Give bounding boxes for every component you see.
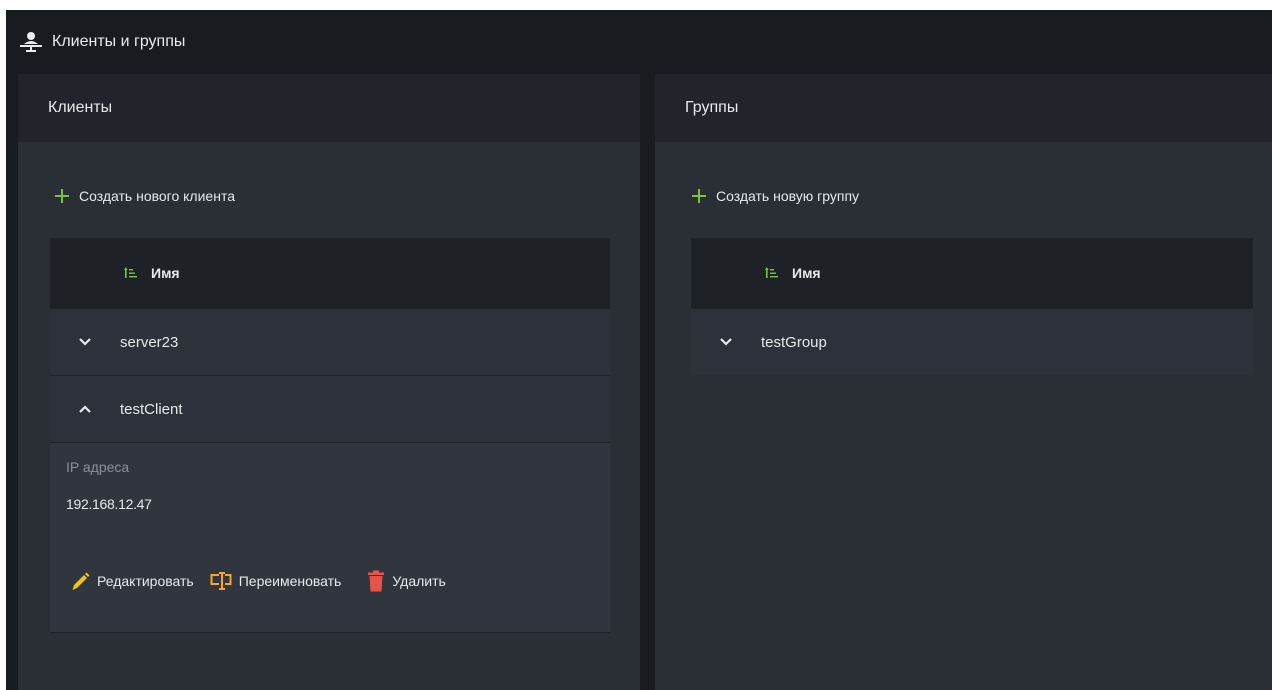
- client-name: server23: [120, 333, 179, 351]
- group-name: testGroup: [761, 333, 827, 351]
- ip-label: IP адреса: [66, 459, 130, 475]
- trash-icon: [368, 570, 385, 592]
- column-header-name: Имя: [792, 265, 821, 281]
- rename-icon: [210, 572, 232, 590]
- clients-panel-title: Клиенты: [18, 74, 640, 142]
- chevron-down-icon[interactable]: [78, 337, 92, 347]
- client-name: testClient: [120, 400, 183, 418]
- chevron-down-icon[interactable]: [719, 337, 733, 347]
- groups-table-header[interactable]: Имя: [691, 238, 1253, 308]
- create-group-label: Создать новую группу: [716, 188, 860, 204]
- rename-button[interactable]: Переименовать: [210, 570, 342, 592]
- clients-table: Имя server23 testClient IP адреса 192.16…: [50, 238, 610, 633]
- sort-ascending-icon: [124, 267, 137, 278]
- create-group-button[interactable]: Создать новую группу: [691, 186, 859, 206]
- edit-label: Редактировать: [97, 573, 194, 589]
- clients-table-header[interactable]: Имя: [50, 238, 610, 308]
- pencil-icon: [72, 572, 90, 590]
- create-client-label: Создать нового клиента: [79, 188, 235, 204]
- app-window: Клиенты и группы Клиенты Создать нового …: [6, 10, 1272, 690]
- table-row[interactable]: testGroup: [691, 308, 1253, 375]
- table-row[interactable]: testClient: [50, 375, 610, 442]
- groups-panel: Группы Создать новую группу Имя testGrou…: [655, 74, 1272, 690]
- plus-icon: [55, 189, 69, 203]
- create-client-button[interactable]: Создать нового клиента: [54, 186, 235, 206]
- client-details: IP адреса 192.168.12.47 Редактировать Пе…: [50, 442, 610, 633]
- client-actions: Редактировать Переименовать Удалить: [70, 570, 462, 592]
- chevron-up-icon[interactable]: [78, 404, 92, 414]
- clients-panel: Клиенты Создать нового клиента Имя serve…: [18, 74, 640, 690]
- sort-ascending-icon: [765, 267, 778, 278]
- column-header-name: Имя: [151, 265, 180, 281]
- edit-button[interactable]: Редактировать: [70, 571, 194, 591]
- app-header: Клиенты и группы: [6, 10, 1272, 74]
- table-row[interactable]: server23: [50, 308, 610, 375]
- ip-value: 192.168.12.47: [66, 496, 152, 512]
- rename-label: Переименовать: [238, 573, 342, 589]
- delete-button[interactable]: Удалить: [367, 570, 446, 592]
- groups-table: Имя testGroup: [691, 238, 1253, 375]
- delete-label: Удалить: [392, 573, 446, 589]
- groups-panel-title: Группы: [655, 74, 1272, 142]
- user-network-icon: [20, 32, 42, 52]
- page-title: Клиенты и группы: [52, 32, 186, 50]
- plus-icon: [692, 189, 706, 203]
